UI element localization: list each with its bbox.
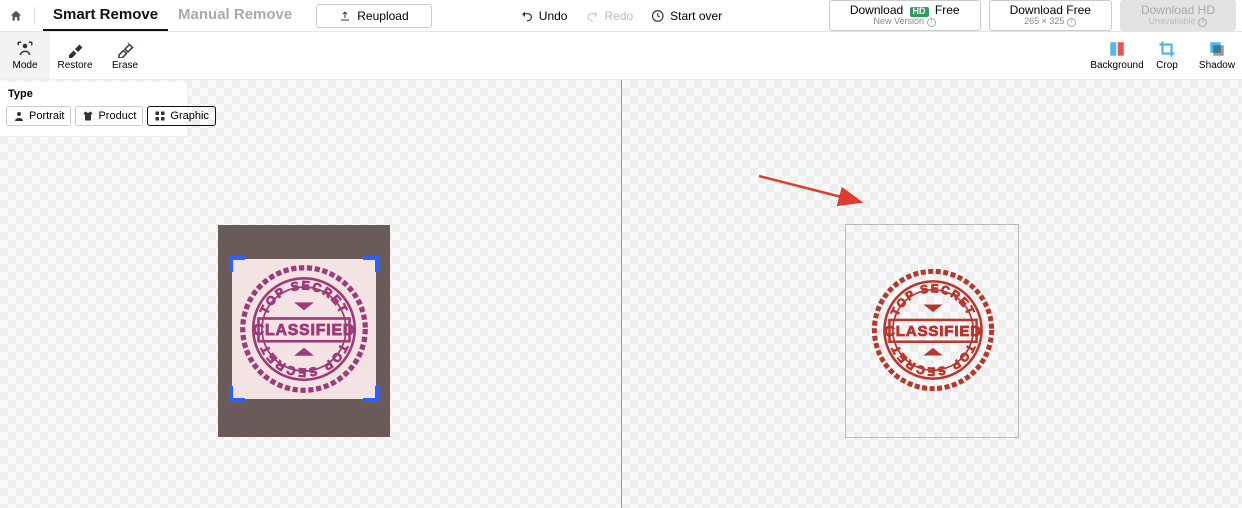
original-pane[interactable]: TOP SECRET TOP SECRET CLASSIFIED <box>0 80 621 508</box>
tool-shadow-label: Shadow <box>1199 60 1235 71</box>
person-icon <box>13 110 25 122</box>
original-image[interactable]: TOP SECRET TOP SECRET CLASSIFIED <box>218 225 390 437</box>
type-panel: Type Portrait Product Graphic <box>0 82 188 137</box>
eraser-icon <box>116 40 134 58</box>
grid-icon <box>154 110 166 122</box>
chip-product[interactable]: Product <box>75 106 143 126</box>
crop-corner-tr[interactable] <box>363 256 379 272</box>
brush-icon <box>66 40 84 58</box>
original-inner: TOP SECRET TOP SECRET CLASSIFIED <box>232 259 376 399</box>
info-icon: i <box>1198 18 1207 27</box>
reupload-button[interactable]: Reupload <box>316 4 431 28</box>
startover-button[interactable]: Start over <box>651 9 722 23</box>
home-icon[interactable] <box>6 6 26 26</box>
mode-tabs: Smart Remove Manual Remove <box>43 0 302 31</box>
dl-hd-sub: Unavailable <box>1148 17 1195 27</box>
redo-icon <box>585 9 599 23</box>
undo-label: Undo <box>539 9 568 23</box>
divider <box>34 7 35 25</box>
svg-text:TOP SECRET: TOP SECRET <box>888 282 977 318</box>
crop-icon <box>1158 40 1176 58</box>
chip-graphic-label: Graphic <box>170 110 209 122</box>
redo-button[interactable]: Redo <box>585 9 633 23</box>
stamp-result: TOP SECRET TOP SECRET CLASSIFIED <box>866 263 1000 397</box>
crop-corner-tl[interactable] <box>229 256 245 272</box>
chip-graphic[interactable]: Graphic <box>147 106 216 126</box>
download-free-button[interactable]: Download Free 265 × 325 i <box>989 0 1112 31</box>
stamp-original: TOP SECRET TOP SECRET CLASSIFIED <box>232 259 376 399</box>
dl-free-sub: 265 × 325 <box>1024 17 1064 27</box>
tool-background-label: Background <box>1090 60 1143 71</box>
crop-corner-bl[interactable] <box>229 386 245 402</box>
tab-smart-remove[interactable]: Smart Remove <box>43 0 168 31</box>
person-crop-icon <box>16 40 34 58</box>
svg-text:CLASSIFIED: CLASSIFIED <box>253 322 355 339</box>
chip-portrait[interactable]: Portrait <box>6 106 71 126</box>
download-actions: Download HD Free New Version i Download … <box>829 0 1236 31</box>
crop-corner-br[interactable] <box>363 386 379 402</box>
history-actions: Undo Redo Start over <box>520 9 722 23</box>
chip-portrait-label: Portrait <box>29 110 64 122</box>
info-icon: i <box>927 18 936 27</box>
tool-restore-label: Restore <box>57 60 92 71</box>
download-hd-button: Download HD Unavailable i <box>1120 0 1236 31</box>
reupload-label: Reupload <box>357 9 408 23</box>
tool-mode[interactable]: Mode <box>0 32 50 79</box>
svg-text:TOP SECRET: TOP SECRET <box>257 342 351 380</box>
redo-label: Redo <box>604 9 633 23</box>
tool-crop[interactable]: Crop <box>1142 32 1192 79</box>
history-icon <box>651 9 665 23</box>
download-hd-free-button[interactable]: Download HD Free New Version i <box>829 0 981 31</box>
tool-erase-label: Erase <box>112 60 138 71</box>
background-icon <box>1108 40 1126 58</box>
tab-manual-remove[interactable]: Manual Remove <box>168 0 302 31</box>
top-bar: Smart Remove Manual Remove Reupload Undo… <box>0 0 1242 32</box>
svg-text:TOP SECRET: TOP SECRET <box>888 342 977 378</box>
tool-mode-label: Mode <box>12 60 37 71</box>
chip-product-label: Product <box>98 110 136 122</box>
annotation-arrow <box>757 172 867 208</box>
upload-icon <box>339 10 351 22</box>
tool-background[interactable]: Background <box>1092 32 1142 79</box>
tool-row: Mode Restore Erase Background Crop Shado… <box>0 32 1242 80</box>
dl-hd-free-suffix: Free <box>935 3 960 17</box>
dl-hd-free-prefix: Download <box>850 3 903 17</box>
info-icon: i <box>1067 18 1076 27</box>
undo-icon <box>520 9 534 23</box>
result-pane[interactable]: TOP SECRET TOP SECRET CLASSIFIED <box>622 80 1242 508</box>
startover-label: Start over <box>670 9 722 23</box>
svg-text:CLASSIFIED: CLASSIFIED <box>884 323 982 340</box>
tool-crop-label: Crop <box>1156 60 1178 71</box>
workspace: TOP SECRET TOP SECRET CLASSIFIED <box>0 80 1242 508</box>
result-box[interactable]: TOP SECRET TOP SECRET CLASSIFIED <box>845 224 1019 438</box>
tool-restore[interactable]: Restore <box>50 32 100 79</box>
shadow-icon <box>1208 40 1226 58</box>
undo-button[interactable]: Undo <box>520 9 568 23</box>
shirt-icon <box>82 110 94 122</box>
svg-text:TOP SECRET: TOP SECRET <box>257 278 351 316</box>
dl-hd-free-sub: New Version <box>873 17 924 27</box>
tool-erase[interactable]: Erase <box>100 32 150 79</box>
tool-shadow[interactable]: Shadow <box>1192 32 1242 79</box>
type-header: Type <box>8 88 181 100</box>
